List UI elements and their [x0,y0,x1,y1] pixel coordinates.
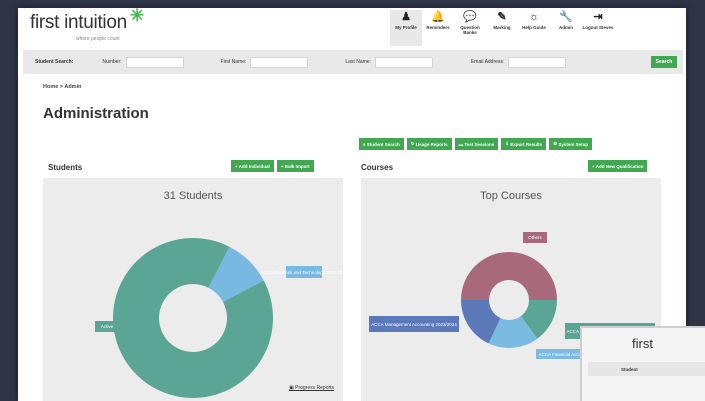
nav-icon-2: 💬 [463,11,477,23]
nav-item-logout-steves[interactable]: ⇥ Logout Steves [582,10,614,46]
nav-icon-1: 🔔 [431,11,445,23]
nav-item-admin[interactable]: 🔧 Admin [550,10,582,46]
top-bar: first intuition ✳ where people count ♟ My… [18,8,686,48]
courses-actions: + Add New Qualification [588,160,648,172]
slice-others[interactable] [461,252,557,300]
add-qualification-button[interactable]: + Add New Qualification [588,160,648,172]
active-label: Active [95,321,119,332]
export-results-button[interactable]: ⇩ Export Results [501,138,547,150]
courses-section-title: Courses [361,163,394,172]
test-sessions-label: Test Sessions [464,141,495,147]
students-panel: 31 Students ACCA Business and Technology… [43,178,348,401]
nav-item-help-guide[interactable]: ☼ Help Guide [518,10,550,46]
student-search-button[interactable]: ⌕ Student Search [359,138,404,150]
last-name-input[interactable] [374,56,433,68]
management-accounting-label: ACCA Management Accounting 2023/2024 [369,316,459,332]
others-label: Others [523,232,547,243]
nav-label: Question Banks [460,25,480,35]
overlay-window-thumbnail[interactable]: first Student [580,326,705,401]
breadcrumb[interactable]: Home > Admin [43,84,81,90]
students-actions: + Add Individual + Bulk Import [231,160,314,172]
usage-reports-label: Usage Reports [415,141,448,147]
logo-tagline: where people count [76,36,120,42]
nav-label: Admin [559,25,573,30]
student-search-bar: Student Search: Number: First Name: Last… [23,50,683,74]
nav-item-question-banks[interactable]: 💬 Question Banks [454,10,486,46]
admin-toolbar: ⌕ Student Search ↻ Usage Reports ▬ Test … [359,138,593,150]
logo-star-icon: ✳ [130,8,145,25]
thumbnail-logo: first [632,336,653,351]
nav-label: Logout Steves [582,25,614,30]
logo[interactable]: first intuition ✳ where people count [30,8,144,42]
test-sessions-button[interactable]: ▬ Test Sessions [454,138,499,150]
logo-text: first intuition [30,12,127,33]
email-label: Email Address: [470,59,505,65]
export-results-label: Export Results [510,141,543,147]
page-title: Administration [43,105,149,122]
first-name-label: First Name: [220,59,247,65]
usage-reports-button[interactable]: ↻ Usage Reports [406,138,452,150]
students-section-title: Students [48,163,83,172]
main-nav: ♟ My Profile 🔔 Reminders 💬 Question Banks ✎ Mar… [390,10,614,46]
search-button[interactable]: Search [651,56,677,68]
nav-label: Help Guide [522,25,546,30]
number-label: Number: [102,59,122,65]
students-donut-chart [113,238,273,398]
bulk-import-button[interactable]: + Bulk Import [276,160,314,172]
nav-icon-4: ☼ [528,11,540,23]
thumbnail-search-bar: Student [588,362,705,376]
nav-item-marking[interactable]: ✎ Marking [486,10,518,46]
nav-item-my-profile[interactable]: ♟ My Profile [390,10,422,46]
number-input[interactable] [125,56,184,68]
email-input[interactable] [508,56,567,68]
progress-reports-link[interactable]: ▣ Progress Reports [289,385,334,391]
nav-icon-0: ♟ [401,11,411,23]
first-name-input[interactable] [250,56,309,68]
nav-label: Reminders [426,25,450,30]
nav-label: My Profile [395,25,417,30]
system-setup-button[interactable]: ⚙ System Setup [549,138,593,150]
nav-label: Marking [493,25,511,30]
student-search-label: Student Search [366,141,400,147]
add-individual-button[interactable]: + Add Individual [231,160,274,172]
nav-icon-3: ✎ [497,11,507,23]
last-name-label: Last Name: [345,59,371,65]
search-title: Student Search: [35,59,74,65]
nav-item-reminders[interactable]: 🔔 Reminders [422,10,454,46]
nav-icon-6: ⇥ [593,11,603,23]
not-active-label: ACCA Business and Technology 2023/2024 [261,266,348,278]
progress-reports-label: Progress Reports [295,385,335,391]
system-setup-label: System Setup [558,141,589,147]
nav-icon-5: 🔧 [559,11,573,23]
